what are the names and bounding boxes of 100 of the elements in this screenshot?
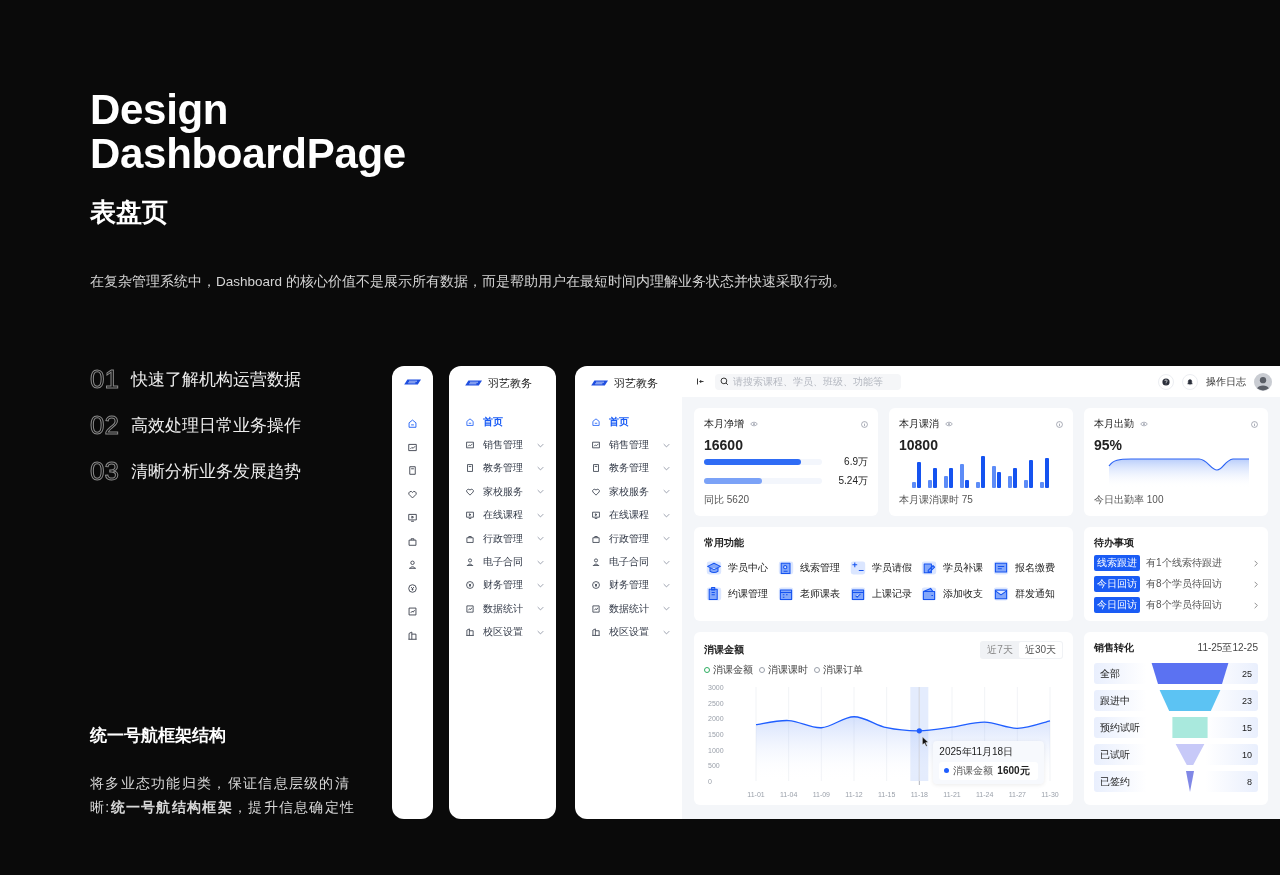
stage-label: 已签约 (1100, 774, 1131, 789)
shortcut-item[interactable]: 添加收支 (919, 584, 992, 604)
info-icon[interactable] (1251, 420, 1258, 428)
point-text: 快速了解机构运营数据 (130, 368, 301, 391)
person-icon (591, 557, 601, 568)
graduation-cap-icon (706, 560, 722, 576)
chevron-right-icon[interactable] (1254, 580, 1258, 588)
search-icon (720, 377, 729, 386)
range-tab[interactable]: 近30天 (1018, 642, 1062, 658)
help-button[interactable] (1158, 373, 1174, 390)
eye-icon[interactable] (1140, 421, 1148, 427)
chevron-down-icon (537, 489, 544, 495)
nav-item[interactable]: 校区设置 (575, 620, 682, 644)
bar-value: 6.9万 (843, 454, 868, 469)
nav-item[interactable]: 在线课程 (449, 503, 556, 527)
logo-icon (465, 379, 483, 387)
chevron-right-icon[interactable] (1254, 559, 1258, 567)
stats-icon (407, 606, 418, 617)
chevron-down-icon (537, 559, 544, 565)
point-text: 高效处理日常业务操作 (130, 414, 301, 437)
stat-value: 16600 (704, 437, 744, 453)
chart-icon (591, 440, 601, 451)
section-text: 将多业态功能归类，保证信息层级的清晰:统一号航结构框架，提升信息确定性 (90, 774, 357, 817)
shortcut-item[interactable]: 学员补课 (919, 558, 992, 578)
date-range: 11-25至12-25 (1197, 641, 1258, 655)
stage-value: 23 (1241, 695, 1252, 706)
nav-item[interactable]: 校区设置 (449, 620, 556, 644)
point-number: 03 (90, 458, 119, 484)
nav-item[interactable]: 家校服务 (449, 480, 556, 504)
data-point (916, 728, 922, 734)
chevron-right-icon[interactable] (1254, 601, 1258, 609)
nav-item[interactable]: 行政管理 (449, 526, 556, 551)
shortcut-item[interactable]: 老师课表 (775, 584, 848, 604)
nav-item[interactable]: 首页 (575, 410, 682, 434)
calendar-check-icon (849, 586, 866, 602)
nav-item[interactable]: 教务管理 (449, 456, 556, 481)
shortcut-item[interactable]: 上课记录 (847, 584, 920, 604)
shortcut-item[interactable]: 学员中心 (704, 558, 776, 578)
shortcut-item[interactable]: 线索管理 (775, 558, 848, 578)
collapse-icon[interactable] (696, 377, 705, 386)
legend-item[interactable]: 消课金额 (704, 663, 753, 677)
notification-button[interactable] (1182, 373, 1198, 390)
nav-item[interactable]: 教务管理 (575, 456, 682, 481)
eye-icon[interactable] (945, 421, 953, 427)
card-title: 销售转化 (1094, 641, 1134, 655)
todo-link[interactable]: 有1个线索待跟进 (1146, 556, 1222, 570)
todo-tag: 今日回访 (1094, 597, 1140, 613)
card-title: 本月净增 (704, 417, 744, 431)
logo-icon (591, 379, 609, 387)
contact-card-icon (777, 560, 794, 576)
chevron-down-icon (537, 582, 544, 588)
log-link[interactable]: 操作日志 (1206, 374, 1246, 389)
todo-link[interactable]: 有8个学员待回访 (1146, 598, 1222, 612)
card-title: 本月课消 (899, 417, 939, 431)
nav-item[interactable]: 首页 (449, 410, 556, 434)
nav-item[interactable]: 财务管理 (449, 573, 556, 598)
avatar[interactable] (1254, 372, 1272, 391)
nav-item[interactable]: 行政管理 (575, 526, 682, 551)
eye-icon[interactable] (750, 421, 758, 427)
brand-name: 羽艺教务 (614, 375, 658, 391)
bar-value: 5.24万 (837, 473, 868, 488)
nav-item[interactable]: 数据统计 (449, 597, 556, 621)
nav-item[interactable]: 在线课程 (575, 503, 682, 527)
bag-icon (407, 535, 418, 547)
nav-item[interactable]: 电子合同 (575, 550, 682, 574)
nav-item[interactable]: 家校服务 (575, 480, 682, 504)
shortcut-item[interactable]: 报名缴费 (991, 558, 1063, 578)
stage-value: 8 (1246, 776, 1252, 787)
shortcut-item[interactable]: 约课管理 (704, 584, 776, 604)
nav-item[interactable]: 销售管理 (575, 433, 682, 457)
chevron-down-icon (537, 536, 544, 542)
chevron-down-icon (663, 465, 670, 471)
legend-item[interactable]: 消课订单 (814, 663, 863, 677)
person-icon (465, 557, 475, 568)
stats-icon (591, 603, 601, 614)
nav-item[interactable]: 电子合同 (449, 550, 556, 574)
card-title: 常用功能 (704, 536, 745, 550)
legend-label: 消课订单 (823, 663, 863, 677)
home-icon (591, 416, 601, 427)
info-icon[interactable] (861, 420, 868, 428)
nav-item[interactable]: 销售管理 (449, 433, 556, 457)
info-icon[interactable] (1056, 420, 1063, 428)
shortcut-item[interactable]: 群发通知 (991, 584, 1063, 604)
card-title: 消课金额 (704, 643, 744, 657)
intro-text: 在复杂管理系统中，Dashboard 的核心价值不是展示所有数据，而是帮助用户在最短时间内理解业务状态并快速采取行动。 (90, 273, 846, 291)
stat-footnote: 今日出勤率 100 (1094, 493, 1165, 507)
tooltip-label: 消课金额 (953, 763, 994, 778)
bag-icon (465, 533, 475, 544)
nav-item[interactable]: 数据统计 (575, 597, 682, 621)
book-icon (591, 463, 601, 474)
chevron-down-icon (537, 442, 544, 448)
nav-item[interactable]: 财务管理 (575, 573, 682, 598)
todo-link[interactable]: 有8个学员待回访 (1146, 577, 1222, 591)
stat-value: 95% (1094, 437, 1124, 453)
point-number: 01 (90, 366, 119, 392)
coin-icon (407, 582, 418, 594)
shortcut-item[interactable]: 学员请假 (847, 558, 920, 578)
legend-item[interactable]: 消课课时 (759, 663, 808, 677)
stage-value: 10 (1241, 749, 1252, 760)
building-icon (407, 629, 418, 641)
